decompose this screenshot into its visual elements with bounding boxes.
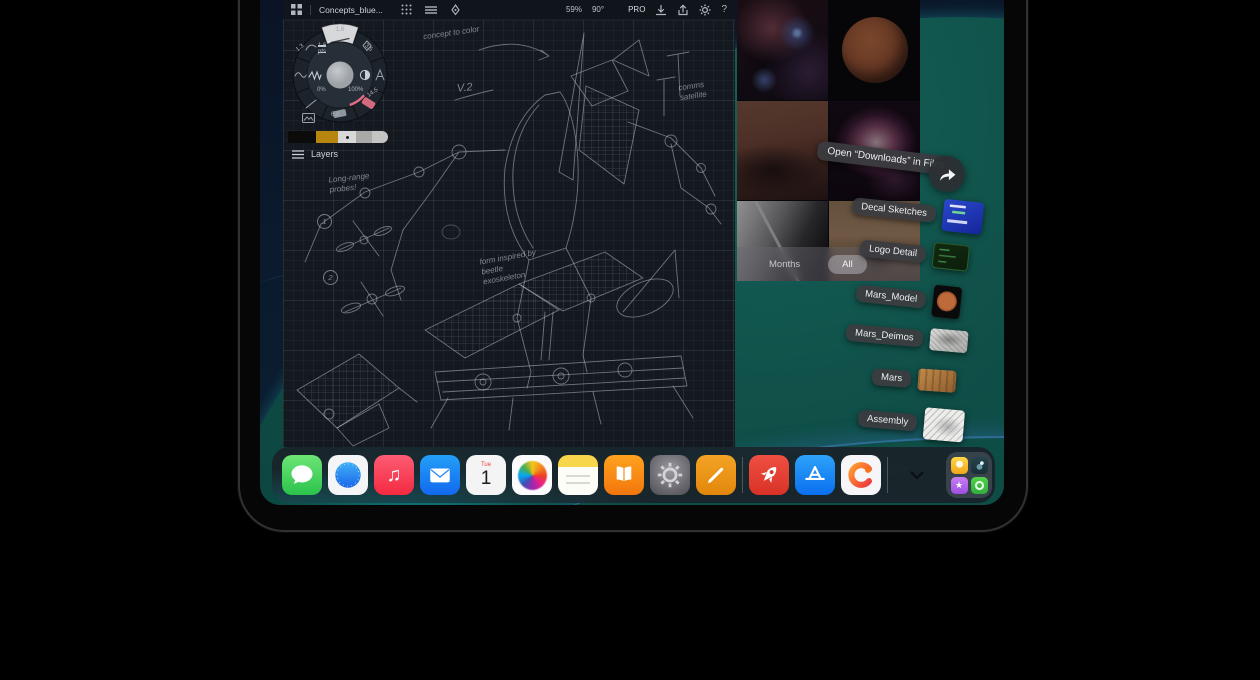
annotation-probe-1: 1 bbox=[317, 214, 332, 229]
chevron-down-icon bbox=[905, 463, 929, 487]
safari-compass-icon bbox=[331, 458, 365, 492]
rotation-value[interactable]: 90° bbox=[592, 5, 604, 14]
app-books[interactable] bbox=[604, 455, 644, 495]
books-icon bbox=[611, 462, 637, 488]
page-background: concept to color V.2 comms satellite Lon… bbox=[0, 0, 1260, 680]
layers-label: Layers bbox=[311, 149, 338, 159]
app-sketch[interactable] bbox=[696, 455, 736, 495]
color-swatch[interactable] bbox=[316, 131, 338, 143]
camera-icon bbox=[971, 457, 988, 474]
star-icon: ★ bbox=[951, 477, 968, 494]
appstore-a-icon bbox=[801, 461, 829, 489]
photos-filter-bar: Months All bbox=[737, 247, 920, 281]
app-appstore[interactable] bbox=[795, 455, 835, 495]
app-calendar[interactable]: Tue 1 bbox=[466, 455, 506, 495]
app-messages[interactable] bbox=[282, 455, 322, 495]
ipad-screen: concept to color V.2 comms satellite Lon… bbox=[260, 0, 1004, 505]
app-notes[interactable] bbox=[558, 455, 598, 495]
filter-all[interactable]: All bbox=[828, 255, 867, 274]
apps-grid-icon[interactable] bbox=[291, 4, 302, 15]
concepts-app-window: concept to color V.2 comms satellite Lon… bbox=[283, 0, 735, 447]
opacity-max-label: 100% bbox=[348, 87, 363, 93]
zoom-level[interactable]: 59% bbox=[566, 5, 582, 14]
music-note-icon: ♫ bbox=[387, 464, 402, 487]
photo-nebula[interactable] bbox=[737, 0, 828, 100]
share-export-icon[interactable] bbox=[677, 4, 689, 16]
photo-mars-globe[interactable] bbox=[829, 0, 920, 100]
app-rocket[interactable] bbox=[749, 455, 789, 495]
app-library[interactable]: ★ bbox=[946, 452, 992, 498]
calendar-day: 1 bbox=[481, 469, 492, 488]
messages-bubble-icon bbox=[288, 461, 316, 489]
stroke-menu-icon[interactable] bbox=[425, 5, 437, 15]
dots-grid-icon[interactable] bbox=[401, 4, 412, 15]
app-settings[interactable] bbox=[650, 455, 690, 495]
app-photos[interactable] bbox=[512, 455, 552, 495]
dock-divider bbox=[887, 457, 888, 493]
tips-bulb-icon bbox=[951, 457, 968, 474]
ring-icon bbox=[971, 477, 988, 494]
app-concepts[interactable] bbox=[841, 455, 881, 495]
settings-gear-icon bbox=[655, 460, 685, 490]
concepts-c-icon bbox=[846, 460, 876, 490]
mail-envelope-icon bbox=[427, 462, 453, 488]
photos-panel: Months All bbox=[737, 0, 920, 281]
download-icon[interactable] bbox=[655, 4, 667, 16]
segment-size-bottom: 6.8 bbox=[331, 112, 339, 118]
pro-badge[interactable]: PRO bbox=[628, 5, 645, 14]
active-tool-size: 1.6 bbox=[288, 27, 392, 33]
selected-swatch-dot bbox=[346, 136, 349, 139]
dock-collapse-chevron[interactable] bbox=[900, 455, 934, 495]
color-swatch[interactable] bbox=[338, 131, 356, 143]
rocket-icon bbox=[755, 461, 783, 489]
photo-orion-nebula[interactable] bbox=[829, 101, 920, 200]
layers-button[interactable]: Layers bbox=[292, 149, 338, 159]
ipad-device: concept to color V.2 comms satellite Lon… bbox=[238, 0, 1028, 532]
tool-wheel[interactable]: 1.6 1.6 pts 0% 100% 1.3 3.5 14.5 6.8 bbox=[288, 23, 392, 127]
photo-mars-surface[interactable] bbox=[737, 101, 828, 200]
color-swatch[interactable] bbox=[372, 131, 388, 143]
app-safari[interactable] bbox=[328, 455, 368, 495]
dock: ♫ Tue 1 bbox=[272, 447, 995, 503]
annotation-probe-2: 2 bbox=[323, 270, 338, 285]
color-swatch-bar[interactable] bbox=[288, 131, 388, 143]
tool-wheel-graphic bbox=[288, 23, 392, 127]
photos-flower-icon bbox=[518, 461, 547, 490]
app-mail[interactable] bbox=[420, 455, 460, 495]
concepts-toolbar: Concepts_blue... 59% bbox=[283, 0, 735, 20]
annotation-version: V.2 bbox=[456, 81, 473, 96]
settings-gear-icon[interactable] bbox=[699, 4, 711, 16]
document-title[interactable]: Concepts_blue... bbox=[319, 5, 383, 15]
dock-divider bbox=[742, 457, 743, 493]
color-swatch[interactable] bbox=[356, 131, 372, 143]
import-image-icon[interactable] bbox=[302, 113, 315, 125]
toolbar-divider bbox=[310, 5, 311, 15]
pen-icon bbox=[703, 462, 729, 488]
pen-nib-icon[interactable] bbox=[450, 4, 461, 16]
app-music[interactable]: ♫ bbox=[374, 455, 414, 495]
mars-globe-image bbox=[842, 17, 908, 83]
color-swatch[interactable] bbox=[288, 131, 316, 143]
layers-icon bbox=[292, 150, 304, 159]
help-icon[interactable]: ? bbox=[721, 4, 727, 15]
filter-months[interactable]: Months bbox=[755, 255, 814, 274]
opacity-min-label: 0% bbox=[317, 87, 326, 93]
